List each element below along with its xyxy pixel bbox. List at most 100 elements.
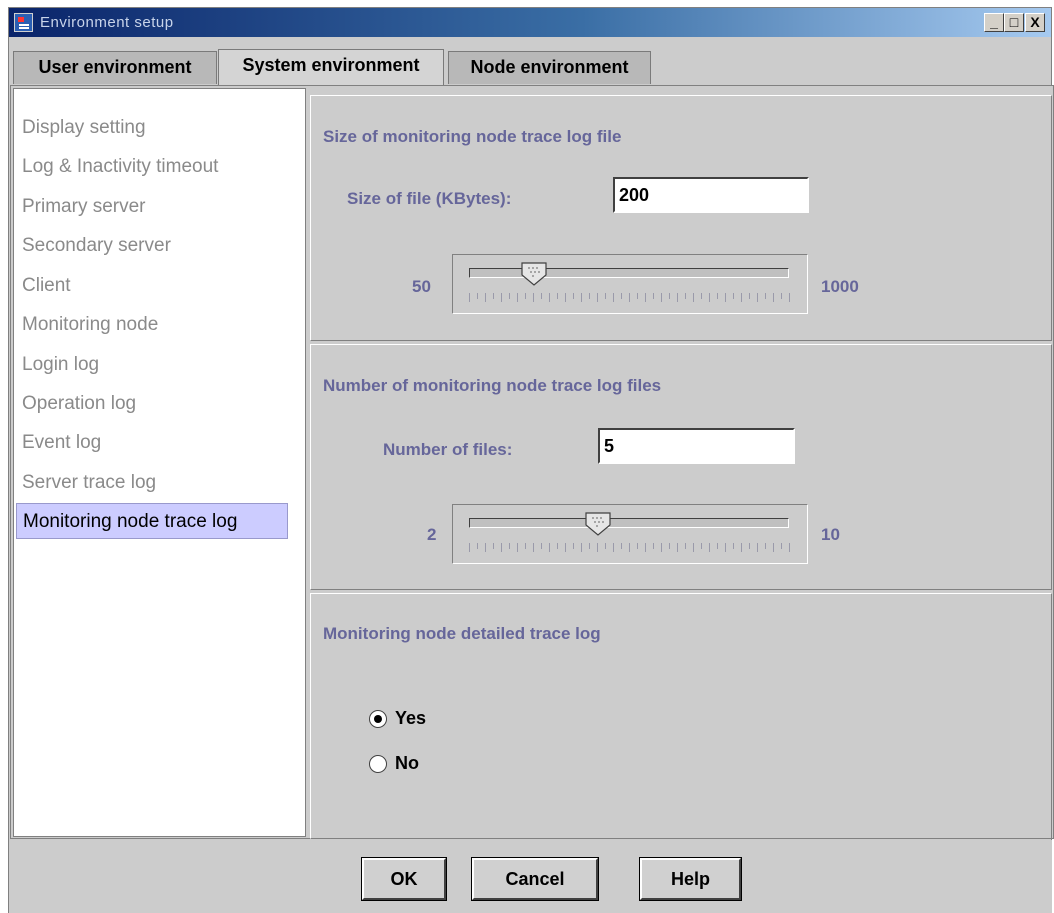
slider-tick	[709, 293, 710, 302]
slider-tick	[781, 543, 782, 549]
slider-tick	[773, 543, 774, 552]
file-count-panel-title: Number of monitoring node trace log file…	[323, 376, 662, 395]
slider-tick	[597, 543, 598, 552]
slider-tick	[493, 543, 494, 549]
file-size-slider-min: 50	[412, 277, 431, 296]
slider-tick	[693, 293, 694, 302]
slider-tick	[477, 293, 478, 299]
slider-tick	[653, 293, 654, 299]
slider-tick	[557, 543, 558, 549]
slider-tick	[589, 293, 590, 299]
slider-tick	[757, 293, 758, 302]
radio-yes-indicator[interactable]	[369, 710, 387, 728]
slider-tick	[533, 543, 534, 552]
sidebar-item-secondary-server[interactable]: Secondary server	[16, 228, 288, 264]
slider-tick	[637, 543, 638, 549]
slider-tick	[573, 543, 574, 549]
slider-tick	[717, 543, 718, 549]
file-size-panel-title: Size of monitoring node trace log file	[323, 127, 622, 146]
file-count-slider-min: 2	[427, 525, 437, 544]
sidebar-item-log-inactivity-timeout[interactable]: Log & Inactivity timeout	[16, 149, 288, 185]
slider-tick	[669, 543, 670, 549]
file-count-slider-thumb[interactable]	[585, 512, 611, 536]
radio-no-label[interactable]: No	[395, 753, 419, 774]
help-button[interactable]: Help	[640, 858, 741, 900]
slider-tick	[549, 293, 550, 302]
file-count-slider-max: 10	[821, 525, 840, 544]
slider-tick	[509, 543, 510, 549]
slider-tick	[733, 293, 734, 299]
radio-no-indicator[interactable]	[369, 755, 387, 773]
slider-tick	[549, 543, 550, 552]
sidebar-item-operation-log[interactable]: Operation log	[16, 386, 288, 422]
sidebar-item-monitoring-node-trace-log[interactable]: Monitoring node trace log	[16, 503, 288, 539]
app-icon	[14, 13, 33, 32]
slider-tick	[741, 543, 742, 552]
slider-tick	[477, 543, 478, 549]
slider-tick	[789, 543, 790, 552]
slider-track	[469, 518, 789, 528]
file-size-slider[interactable]	[452, 254, 808, 314]
file-count-slider[interactable]	[452, 504, 808, 564]
slider-tick	[565, 543, 566, 552]
close-button[interactable]: X	[1025, 13, 1045, 32]
slider-tick	[621, 293, 622, 299]
slider-tick	[597, 293, 598, 302]
slider-tick	[645, 293, 646, 302]
sidebar-item-primary-server[interactable]: Primary server	[16, 189, 288, 225]
file-size-slider-thumb[interactable]	[521, 262, 548, 286]
file-size-slider-max: 1000	[821, 277, 859, 296]
sidebar-item-server-trace-log[interactable]: Server trace log	[16, 465, 288, 501]
slider-tick	[677, 543, 678, 552]
slider-tick	[605, 543, 606, 549]
slider-tick	[581, 543, 582, 552]
slider-tick	[701, 543, 702, 549]
sidebar-item-event-log[interactable]: Event log	[16, 425, 288, 461]
slider-tick	[685, 293, 686, 299]
slider-tick	[765, 293, 766, 299]
slider-tick	[661, 293, 662, 302]
window-title: Environment setup	[40, 14, 174, 31]
slider-tick	[533, 293, 534, 302]
slider-tick	[629, 543, 630, 552]
slider-tick	[749, 543, 750, 549]
slider-tick	[517, 293, 518, 302]
sidebar-item-client[interactable]: Client	[16, 268, 288, 304]
cancel-button[interactable]: Cancel	[472, 858, 598, 900]
slider-tick	[581, 293, 582, 302]
slider-tick	[469, 543, 470, 552]
sidebar-item-monitoring-node[interactable]: Monitoring node	[16, 307, 288, 343]
slider-tick	[757, 543, 758, 552]
slider-tick	[629, 293, 630, 302]
file-count-input[interactable]: 5	[598, 428, 795, 464]
sidebar-item-display-setting[interactable]: Display setting	[16, 110, 288, 146]
tab-system-environment[interactable]: System environment	[218, 49, 444, 85]
file-size-panel: Size of monitoring node trace log file S…	[310, 95, 1052, 341]
slider-tick	[485, 293, 486, 302]
slider-tick	[709, 543, 710, 552]
ok-button[interactable]: OK	[362, 858, 446, 900]
radio-yes-label[interactable]: Yes	[395, 708, 426, 729]
slider-tick	[661, 543, 662, 552]
title-bar[interactable]: Environment setup _ □ X	[9, 8, 1051, 37]
file-size-input[interactable]: 200	[613, 177, 809, 213]
slider-tick	[741, 293, 742, 302]
slider-tick	[789, 293, 790, 302]
slider-tick	[517, 543, 518, 552]
minimize-button[interactable]: _	[984, 13, 1004, 32]
slider-tick	[669, 293, 670, 299]
tab-user-environment[interactable]: User environment	[13, 51, 217, 84]
slider-tick	[733, 543, 734, 549]
detailed-trace-log-panel-title: Monitoring node detailed trace log	[323, 624, 601, 643]
slider-tick	[485, 543, 486, 552]
slider-track	[469, 268, 789, 278]
slider-tick	[557, 293, 558, 299]
slider-tick	[525, 543, 526, 549]
maximize-button[interactable]: □	[1004, 13, 1024, 32]
sidebar-item-login-log[interactable]: Login log	[16, 347, 288, 383]
slider-tick	[493, 293, 494, 299]
slider-tick	[565, 293, 566, 302]
tab-node-environment[interactable]: Node environment	[448, 51, 651, 84]
slider-tick	[621, 543, 622, 549]
slider-tick	[469, 293, 470, 302]
